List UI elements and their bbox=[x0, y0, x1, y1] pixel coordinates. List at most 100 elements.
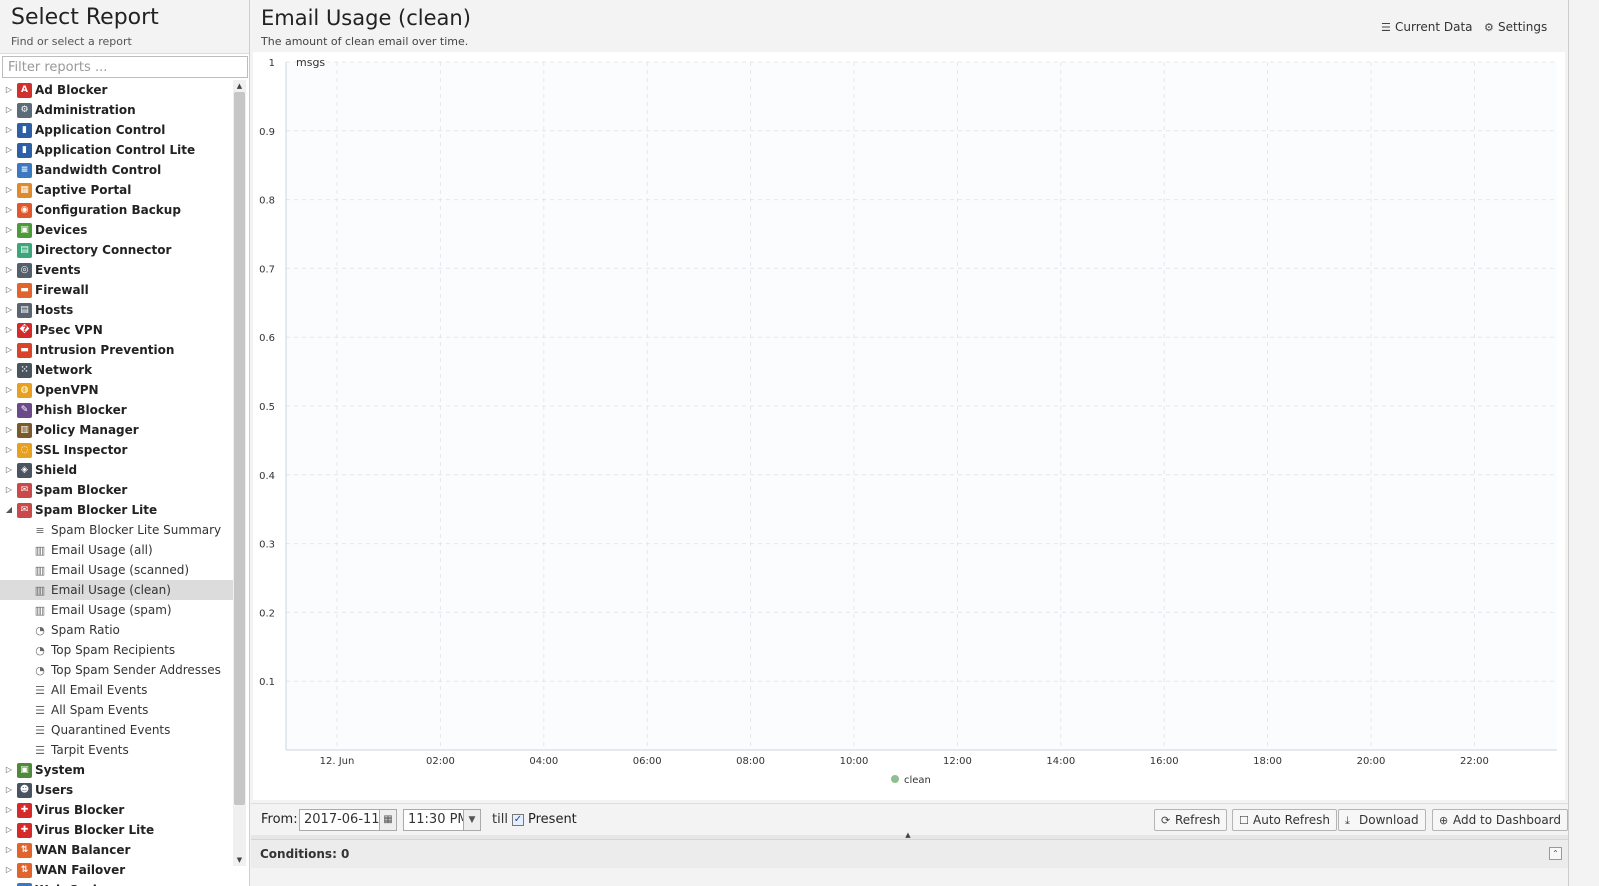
tree-node-application-control-lite[interactable]: ▷ ▮ Application Control Lite bbox=[0, 140, 236, 160]
y-tick-label: 1 bbox=[269, 58, 275, 69]
expand-triangle-icon[interactable]: ▷ bbox=[4, 160, 14, 180]
scroll-down-arrow-icon[interactable]: ▼ bbox=[233, 854, 246, 866]
tree-node-shield[interactable]: ▷ ◈ Shield bbox=[0, 460, 236, 480]
tree-node-users[interactable]: ▷ ☻ Users bbox=[0, 780, 236, 800]
expand-triangle-icon[interactable]: ▷ bbox=[4, 320, 14, 340]
expand-triangle-icon[interactable]: ▷ bbox=[4, 200, 14, 220]
report-item[interactable]: ≡ Spam Blocker Lite Summary bbox=[0, 520, 236, 540]
report-item[interactable]: ☰ All Email Events bbox=[0, 680, 236, 700]
tree-node-policy-manager[interactable]: ▷ ▥ Policy Manager bbox=[0, 420, 236, 440]
tree-node-ad-blocker[interactable]: ▷ A Ad Blocker bbox=[0, 80, 236, 100]
tree-node-application-control[interactable]: ▷ ▮ Application Control bbox=[0, 120, 236, 140]
expand-conditions-icon[interactable]: ⌃ bbox=[1549, 847, 1562, 860]
expand-triangle-icon[interactable]: ▷ bbox=[4, 180, 14, 200]
tree-node-captive-portal[interactable]: ▷ ▦ Captive Portal bbox=[0, 180, 236, 200]
x-tick-label: 06:00 bbox=[633, 756, 662, 767]
expand-triangle-icon[interactable]: ▷ bbox=[4, 440, 14, 460]
tree-node-configuration-backup[interactable]: ▷ ◉ Configuration Backup bbox=[0, 200, 236, 220]
virus-blocker-icon: ✚ bbox=[17, 803, 32, 818]
wan-balancer-icon: ⇅ bbox=[17, 843, 32, 858]
expand-triangle-icon[interactable]: ▷ bbox=[4, 760, 14, 780]
tree-node-ssl-inspector[interactable]: ▷ ◌ SSL Inspector bbox=[0, 440, 236, 460]
expand-triangle-icon[interactable]: ▷ bbox=[4, 100, 14, 120]
expand-triangle-icon[interactable]: ▷ bbox=[4, 400, 14, 420]
tree-node-network[interactable]: ▷ ⁙ Network bbox=[0, 360, 236, 380]
tree-node-bandwidth-control[interactable]: ▷ ≡ Bandwidth Control bbox=[0, 160, 236, 180]
virus-blocker-lite-icon: ✚ bbox=[17, 823, 32, 838]
panel-title: Select Report bbox=[11, 5, 159, 30]
expand-triangle-icon[interactable]: ▷ bbox=[4, 340, 14, 360]
tree-node-wan-balancer[interactable]: ▷ ⇅ WAN Balancer bbox=[0, 840, 236, 860]
y-tick-label: 0.6 bbox=[259, 333, 275, 344]
expand-triangle-icon[interactable]: ▷ bbox=[4, 300, 14, 320]
tree-node-system[interactable]: ▷ ▣ System bbox=[0, 760, 236, 780]
tree-node-intrusion-prevention[interactable]: ▷ ▬ Intrusion Prevention bbox=[0, 340, 236, 360]
current-data-button[interactable]: ☰ Current Data bbox=[1381, 19, 1473, 36]
expand-triangle-icon[interactable]: ▷ bbox=[4, 880, 14, 886]
filter-reports-input[interactable] bbox=[2, 56, 248, 78]
tree-node-virus-blocker[interactable]: ▷ ✚ Virus Blocker bbox=[0, 800, 236, 820]
report-item-label: Top Spam Sender Addresses bbox=[51, 663, 221, 677]
report-item[interactable]: ☰ Tarpit Events bbox=[0, 740, 236, 760]
expand-triangle-icon[interactable]: ▷ bbox=[4, 260, 14, 280]
chevron-down-icon[interactable]: ▼ bbox=[463, 809, 481, 831]
present-checkbox[interactable]: ✓ bbox=[512, 814, 524, 826]
expand-triangle-icon[interactable]: ▷ bbox=[4, 420, 14, 440]
auto-refresh-button[interactable]: ☐ Auto Refresh bbox=[1232, 809, 1337, 831]
expand-triangle-icon[interactable]: ▷ bbox=[4, 80, 14, 100]
report-item[interactable]: ◔ Top Spam Sender Addresses bbox=[0, 660, 236, 680]
tree-node-spam-blocker-lite[interactable]: ◢ ✉ Spam Blocker Lite bbox=[0, 500, 236, 520]
expand-triangle-icon[interactable]: ▷ bbox=[4, 120, 14, 140]
report-item[interactable]: ▥ Email Usage (scanned) bbox=[0, 560, 236, 580]
settings-button[interactable]: ⚙ Settings bbox=[1484, 19, 1547, 36]
expand-triangle-icon[interactable]: ▷ bbox=[4, 360, 14, 380]
download-button[interactable]: ⤓ Download bbox=[1338, 809, 1426, 831]
report-item[interactable]: ▥ Email Usage (clean) bbox=[0, 580, 236, 600]
report-item[interactable]: ◔ Spam Ratio bbox=[0, 620, 236, 640]
expand-triangle-icon[interactable]: ▷ bbox=[4, 480, 14, 500]
tree-node-label: Ad Blocker bbox=[35, 83, 108, 97]
tree-node-virus-blocker-lite[interactable]: ▷ ✚ Virus Blocker Lite bbox=[0, 820, 236, 840]
expand-triangle-icon[interactable]: ▷ bbox=[4, 800, 14, 820]
tree-node-spam-blocker[interactable]: ▷ ✉ Spam Blocker bbox=[0, 480, 236, 500]
tree-node-devices[interactable]: ▷ ▣ Devices bbox=[0, 220, 236, 240]
legend-marker bbox=[891, 775, 899, 783]
y-tick-label: 0.4 bbox=[259, 471, 275, 482]
collapse-arrow-icon[interactable]: ▲ bbox=[891, 832, 925, 839]
expand-triangle-icon[interactable]: ▷ bbox=[4, 220, 14, 240]
tree-node-web-cache[interactable]: ▷◍Web Cache bbox=[0, 880, 236, 886]
tree-node-firewall[interactable]: ▷ ▬ Firewall bbox=[0, 280, 236, 300]
expand-triangle-icon[interactable]: ▷ bbox=[4, 780, 14, 800]
tree-node-label: WAN Balancer bbox=[35, 843, 131, 857]
tree-node-wan-failover[interactable]: ▷ ⇅ WAN Failover bbox=[0, 860, 236, 880]
expand-triangle-icon[interactable]: ▷ bbox=[4, 280, 14, 300]
scroll-up-arrow-icon[interactable]: ▲ bbox=[233, 80, 246, 92]
expand-triangle-icon[interactable]: ▷ bbox=[4, 380, 14, 400]
tree-node-openvpn[interactable]: ▷ ◍ OpenVPN bbox=[0, 380, 236, 400]
add-to-dashboard-button[interactable]: ⊕ Add to Dashboard bbox=[1432, 809, 1569, 831]
tree-node-administration[interactable]: ▷ ⚙ Administration bbox=[0, 100, 236, 120]
refresh-button[interactable]: ⟳ Refresh bbox=[1154, 809, 1228, 831]
collapse-triangle-icon[interactable]: ◢ bbox=[4, 500, 14, 520]
expand-triangle-icon[interactable]: ▷ bbox=[4, 140, 14, 160]
tree-node-events[interactable]: ▷ ◎ Events bbox=[0, 260, 236, 280]
expand-triangle-icon[interactable]: ▷ bbox=[4, 840, 14, 860]
expand-triangle-icon[interactable]: ▷ bbox=[4, 820, 14, 840]
report-item[interactable]: ◔ Top Spam Recipients bbox=[0, 640, 236, 660]
tree-node-phish-blocker[interactable]: ▷ ✎ Phish Blocker bbox=[0, 400, 236, 420]
x-tick-label: 08:00 bbox=[736, 756, 765, 767]
tree-node-directory-connector[interactable]: ▷ ▤ Directory Connector bbox=[0, 240, 236, 260]
report-item[interactable]: ☰ All Spam Events bbox=[0, 700, 236, 720]
tree-node-hosts[interactable]: ▷ ▤ Hosts bbox=[0, 300, 236, 320]
scroll-thumb[interactable] bbox=[234, 92, 245, 805]
calendar-icon[interactable]: ▦ bbox=[379, 809, 397, 831]
report-item[interactable]: ▥ Email Usage (spam) bbox=[0, 600, 236, 620]
tree-scrollbar[interactable]: ▲ ▼ bbox=[233, 80, 246, 866]
expand-triangle-icon[interactable]: ▷ bbox=[4, 240, 14, 260]
report-item[interactable]: ☰ Quarantined Events bbox=[0, 720, 236, 740]
expand-triangle-icon[interactable]: ▷ bbox=[4, 860, 14, 880]
expand-triangle-icon[interactable]: ▷ bbox=[4, 460, 14, 480]
tree-node-ipsec-vpn[interactable]: ▷ � IPsec VPN bbox=[0, 320, 236, 340]
events-icon: ◎ bbox=[17, 263, 32, 278]
report-item[interactable]: ▥ Email Usage (all) bbox=[0, 540, 236, 560]
